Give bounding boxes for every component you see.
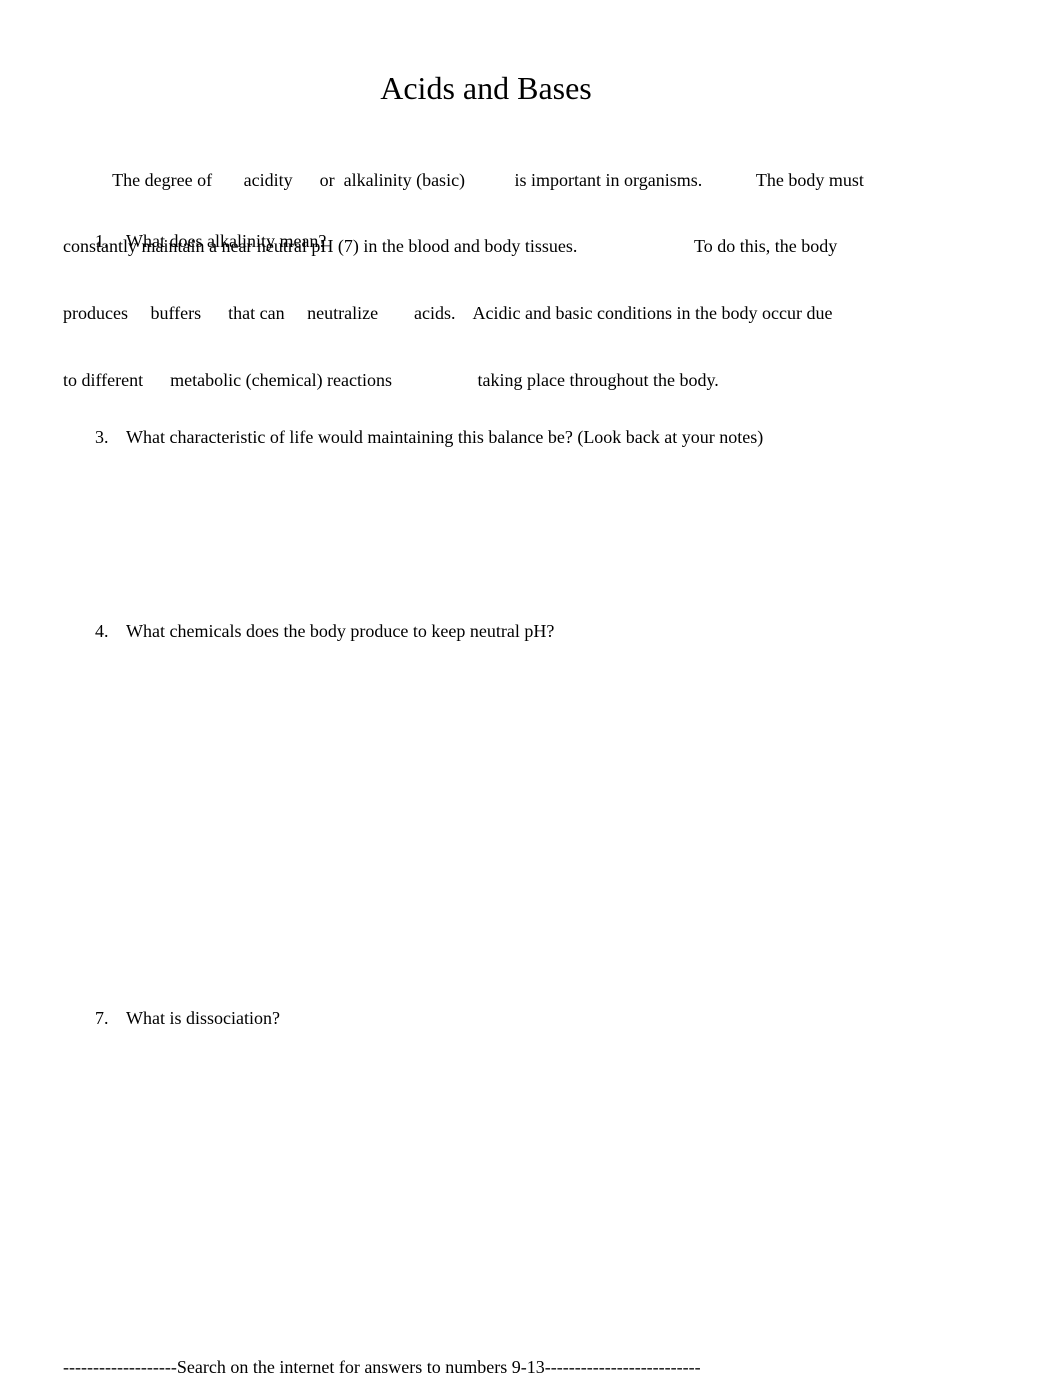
question-text: What characteristic of life would mainta… (126, 427, 764, 447)
section-divider-note: -------------------Search on the interne… (63, 1357, 701, 1377)
intro-line: to different metabolic (chemical) reacti… (63, 370, 719, 391)
intro-line: produces buffers that can neutralize aci… (63, 303, 833, 324)
question-number: 1. (95, 231, 109, 251)
page-title: Acids and Bases (380, 70, 592, 106)
question-item: 1. What does alkalinity mean? (95, 230, 326, 252)
question-item: 3. What characteristic of life would main… (95, 426, 763, 448)
question-number: 4. (95, 621, 109, 641)
question-text: What chemicals does the body produce to … (126, 621, 555, 641)
question-number: 3. (95, 427, 109, 447)
intro-line: The degree of acidity or alkalinity (bas… (63, 169, 864, 190)
question-item: 7. What is dissociation? (95, 1007, 280, 1029)
question-item: 4. What chemicals does the body produce t… (95, 620, 554, 642)
question-number: 7. (95, 1008, 109, 1028)
question-text: What is dissociation? (126, 1008, 280, 1028)
intro-paragraph: The degree of acidity or alkalinity (bas… (63, 124, 943, 414)
question-text: What does alkalinity mean? (126, 231, 327, 251)
